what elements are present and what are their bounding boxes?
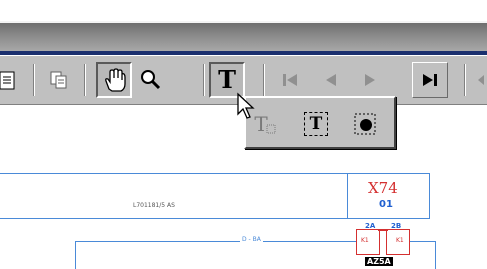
terminal-small: K1 — [396, 237, 404, 244]
flyout-object-frame-button[interactable] — [350, 109, 380, 139]
toolbar-separator — [33, 64, 35, 96]
hand-pan-icon — [105, 68, 126, 92]
component-box-edge — [347, 173, 429, 174]
bus-label: D - BA — [240, 236, 263, 243]
last-page-button[interactable] — [412, 62, 448, 98]
component-box-edge — [429, 173, 430, 219]
text-tool-flyout: T T — [244, 96, 396, 149]
zoom-button[interactable] — [133, 62, 169, 98]
next-page-icon — [365, 74, 375, 86]
terminal-small: K1 — [361, 237, 369, 244]
wire-line — [0, 218, 347, 219]
next-page-button[interactable] — [352, 62, 388, 98]
prev-page-button[interactable] — [313, 62, 349, 98]
bottom-tag: AZ5A — [365, 257, 393, 266]
text-frame-icon: T — [309, 113, 323, 134]
scroll-left-button[interactable] — [470, 62, 487, 98]
wire-label: L701181/5 AS — [133, 202, 175, 209]
component-ref: X74 — [368, 179, 398, 197]
title-strip — [0, 0, 487, 21]
bus-line — [435, 241, 436, 269]
flyout-text-frame-button[interactable]: T — [304, 112, 328, 136]
wire-line — [0, 173, 347, 174]
pan-tool-button[interactable] — [96, 62, 132, 98]
bus-line — [75, 241, 76, 269]
component-sub: 01 — [379, 199, 393, 210]
clipboard-button[interactable] — [0, 62, 26, 98]
first-page-icon — [283, 74, 297, 86]
component-box-edge — [347, 218, 429, 219]
object-frame-icon — [354, 113, 376, 135]
copy-button[interactable] — [41, 62, 77, 98]
bus-line — [75, 241, 356, 242]
zoom-icon — [141, 70, 161, 90]
title-bar — [0, 21, 487, 55]
copy-icon — [50, 71, 67, 89]
bus-line — [410, 241, 435, 242]
component-box-edge — [347, 173, 348, 219]
mouse-cursor-icon — [237, 92, 255, 119]
prev-page-icon — [326, 74, 336, 86]
toolbar-separator — [263, 64, 265, 96]
terminal-link — [378, 229, 388, 231]
toolbar-separator — [464, 64, 466, 96]
toolbar-separator — [203, 64, 205, 96]
first-page-button[interactable] — [272, 62, 308, 98]
toolbar-separator — [84, 64, 86, 96]
text-tool-icon: T — [218, 65, 236, 94]
clipboard-icon — [0, 71, 15, 90]
dotted-frame-icon — [266, 124, 276, 134]
chevron-left-icon — [478, 75, 484, 85]
last-page-icon — [423, 74, 437, 86]
